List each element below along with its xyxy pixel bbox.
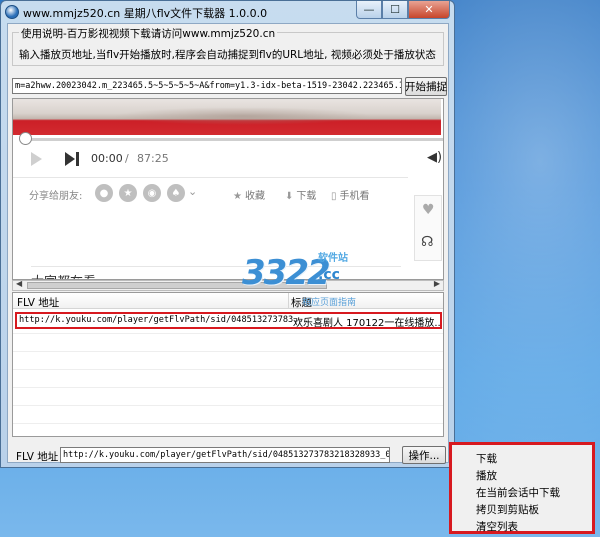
menu-item-download[interactable]: 下载: [476, 451, 497, 466]
qq-icon[interactable]: ♠: [167, 184, 185, 202]
embedded-browser[interactable]: 00:00 / 87:25 ◀) 分享给朋友: ● ★ ◉ ♠ ⌄ ★ 收藏 ⬇ 下…: [12, 98, 444, 280]
player-divider: [13, 177, 408, 178]
star-icon: ★: [233, 191, 242, 202]
window-controls: — ☐ ✕: [356, 1, 450, 19]
player-controls: 00:00 / 87:25 ◀): [13, 147, 442, 173]
watermark-tld: .cc: [318, 267, 340, 283]
title-bar[interactable]: www.mmjz520.cn 星期八flv文件下载器 1.0.0.0 — ☐ ✕: [1, 1, 454, 23]
flv-address-label: FLV 地址: [16, 451, 59, 463]
menu-item-clear-list[interactable]: 清空列表: [476, 519, 518, 534]
hot-section-title: 大家都在看: [31, 271, 96, 279]
next-icon-triangle: [65, 152, 75, 166]
grid-line: [13, 423, 443, 424]
client-area: 使用说明-百万影视视频下载请访问www.mmjz520.cn 输入播放页地址,当…: [7, 23, 449, 464]
grid-line: [13, 333, 443, 334]
grid-line: [13, 387, 443, 388]
next-icon[interactable]: [65, 152, 81, 166]
wechat-icon[interactable]: ●: [95, 184, 113, 202]
start-capture-button[interactable]: 开始捕捉: [405, 77, 447, 96]
download-label: 下载: [296, 191, 317, 202]
volume-icon[interactable]: ◀): [427, 150, 442, 165]
download-action[interactable]: ⬇ 下载: [285, 187, 316, 202]
side-widget: ♥ ☊: [414, 195, 442, 261]
flv-address-input[interactable]: http://k.youku.com/player/getFlvPath/sid…: [60, 447, 390, 463]
menu-item-copy-to-clipboard[interactable]: 拷贝到剪贴板: [476, 502, 539, 517]
site-watermark: 3322 软件站 .cc 相应页面指南: [242, 247, 372, 317]
video-progress-track[interactable]: [23, 138, 443, 141]
context-menu: 下载 播放 在当前会话中下载 拷贝到剪贴板 清空列表: [449, 442, 595, 534]
page-url-input[interactable]: m=a2hww.20023042.m_223465.5~5~5~5~5~A&fr…: [12, 78, 402, 94]
operations-button[interactable]: 操作...: [402, 446, 446, 464]
mobile-action[interactable]: ▯ 手机看: [331, 187, 370, 202]
app-icon: [5, 5, 19, 19]
mobile-label: 手机看: [339, 191, 370, 202]
window-title: www.mmjz520.cn 星期八flv文件下载器 1.0.0.0: [23, 7, 268, 20]
column-header-url[interactable]: FLV 地址: [17, 295, 59, 310]
instructions-group: 使用说明-百万影视视频下载请访问www.mmjz520.cn 输入播放页地址,当…: [12, 26, 444, 66]
share-label: 分享给朋友:: [29, 191, 83, 202]
maximize-button[interactable]: ☐: [382, 1, 408, 19]
share-more-chevron-icon[interactable]: ⌄: [188, 185, 197, 198]
watermark-number: 3322: [242, 253, 331, 293]
scroll-left-icon[interactable]: ◀: [16, 279, 22, 288]
minimize-button[interactable]: —: [356, 1, 382, 19]
table-row[interactable]: http://k.youku.com/player/getFlvPath/sid…: [15, 312, 442, 329]
time-separator: /: [125, 152, 129, 165]
qzone-icon[interactable]: ★: [119, 184, 137, 202]
share-row: 分享给朋友: ● ★ ◉ ♠ ⌄ ★ 收藏 ⬇ 下载 ▯ 手机看: [13, 181, 413, 207]
next-icon-bar: [76, 152, 79, 166]
menu-item-download-in-session[interactable]: 在当前会话中下载: [476, 485, 560, 500]
grid-line: [13, 351, 443, 352]
weibo-icon[interactable]: ◉: [143, 184, 161, 202]
bottom-bar: FLV 地址 http://k.youku.com/player/getFlvP…: [12, 446, 446, 464]
phone-icon: ▯: [331, 191, 337, 202]
watermark-site: 软件站: [318, 253, 348, 264]
headset-icon[interactable]: ☊: [421, 234, 433, 250]
flv-list[interactable]: FLV 地址 标题 http://k.youku.com/player/getF…: [12, 292, 444, 437]
instructions-legend: 使用说明-百万影视视频下载请访问www.mmjz520.cn: [19, 26, 278, 41]
watermark-subtitle: 相应页面指南: [302, 298, 357, 308]
instructions-text: 输入播放页地址,当flv开始播放时,程序会自动捕捉到flv的URL地址, 视频必…: [19, 49, 436, 61]
download-icon: ⬇: [285, 191, 294, 202]
grid-line: [13, 369, 443, 370]
horizontal-scrollbar[interactable]: ◀ ▶: [12, 279, 444, 291]
video-frame[interactable]: [13, 99, 441, 135]
time-current: 00:00: [91, 152, 123, 165]
list-header: FLV 地址 标题: [13, 293, 443, 309]
video-image: [113, 107, 373, 125]
collect-action[interactable]: ★ 收藏: [233, 187, 265, 202]
lightbulb-icon[interactable]: ♥: [422, 202, 435, 218]
collect-label: 收藏: [244, 191, 265, 202]
play-icon[interactable]: [31, 152, 42, 166]
grid-line: [13, 405, 443, 406]
time-total: 87:25: [137, 152, 169, 165]
video-progress-knob[interactable]: [19, 132, 32, 145]
scroll-right-icon[interactable]: ▶: [434, 279, 440, 288]
app-window: www.mmjz520.cn 星期八flv文件下载器 1.0.0.0 — ☐ ✕…: [0, 0, 455, 468]
menu-item-play[interactable]: 播放: [476, 468, 497, 483]
close-button[interactable]: ✕: [408, 1, 450, 19]
